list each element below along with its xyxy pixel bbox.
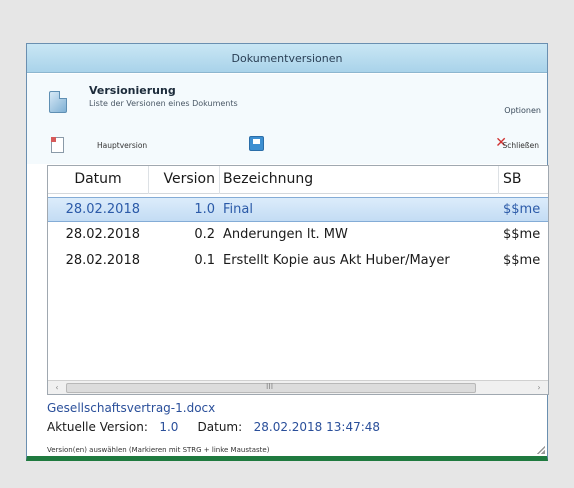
scroll-right-icon[interactable]: › bbox=[532, 382, 546, 394]
cell-datum: 28.02.2018 bbox=[65, 227, 140, 242]
table-row[interactable]: 28.02.2018 0.2 Änderungen lt. MW $$me bbox=[48, 223, 548, 248]
options-button[interactable]: Optionen bbox=[504, 106, 541, 115]
current-version-value: 1.0 bbox=[159, 420, 179, 434]
cell-version: 0.2 bbox=[194, 227, 215, 242]
cell-datum: 28.02.2018 bbox=[65, 253, 140, 268]
cell-sb: $$me bbox=[503, 202, 541, 217]
current-version-label: Aktuelle Version: bbox=[47, 420, 148, 434]
cell-sb: $$me bbox=[503, 227, 541, 242]
column-header-sb[interactable]: SB bbox=[500, 171, 548, 187]
column-header-bezeichnung[interactable]: Bezeichnung bbox=[220, 171, 496, 187]
column-header-version[interactable]: Version bbox=[148, 171, 218, 187]
resize-grip-icon[interactable] bbox=[537, 446, 545, 454]
toolbar: Hauptversion ✕ Schließen bbox=[27, 131, 547, 159]
cell-version: 1.0 bbox=[194, 202, 215, 217]
header-area: Versionierung Liste der Versionen eines … bbox=[27, 74, 547, 164]
cell-version: 0.1 bbox=[194, 253, 215, 268]
cell-datum: 28.02.2018 bbox=[65, 202, 140, 217]
cell-bezeichnung: Erstellt Kopie aus Akt Huber/Mayer bbox=[223, 253, 450, 268]
date-value: 28.02.2018 13:47:48 bbox=[253, 420, 381, 434]
cell-bezeichnung: Final bbox=[223, 202, 253, 217]
date-label: Datum: bbox=[197, 420, 243, 434]
column-header-datum[interactable]: Datum bbox=[48, 171, 148, 187]
scrollbar-grip-icon: III bbox=[266, 382, 274, 391]
document-versions-window: Dokumentversionen Versionierung Liste de… bbox=[26, 43, 549, 461]
column-separator[interactable] bbox=[498, 166, 499, 194]
versions-list[interactable]: Datum Version Bezeichnung SB 28.02.2018 … bbox=[47, 165, 549, 395]
horizontal-scrollbar[interactable]: ‹ III › bbox=[48, 380, 548, 394]
window-title: Dokumentversionen bbox=[27, 44, 547, 73]
scroll-left-icon[interactable]: ‹ bbox=[50, 382, 64, 394]
document-icon bbox=[49, 91, 67, 113]
table-row[interactable]: 28.02.2018 0.1 Erstellt Kopie aus Akt Hu… bbox=[48, 249, 548, 274]
header-subtitle: Liste der Versionen eines Dokuments bbox=[89, 99, 238, 108]
document-filename: Gesellschaftsvertrag-1.docx bbox=[47, 401, 216, 415]
selection-hint: Version(en) auswählen (Markieren mit STR… bbox=[47, 446, 270, 454]
main-version-button[interactable]: Hauptversion bbox=[97, 141, 147, 150]
current-version-info: Aktuelle Version: 1.0 Datum: 28.02.2018 … bbox=[47, 420, 380, 434]
table-row[interactable]: 28.02.2018 1.0 Final $$me bbox=[48, 197, 548, 222]
cell-bezeichnung: Änderungen lt. MW bbox=[223, 227, 348, 242]
list-header: Datum Version Bezeichnung SB bbox=[48, 166, 548, 194]
header-title: Versionierung bbox=[89, 84, 176, 97]
cell-sb: $$me bbox=[503, 253, 541, 268]
close-button[interactable]: Schließen bbox=[502, 141, 539, 150]
main-version-icon[interactable] bbox=[51, 137, 64, 153]
save-icon[interactable] bbox=[249, 136, 264, 151]
